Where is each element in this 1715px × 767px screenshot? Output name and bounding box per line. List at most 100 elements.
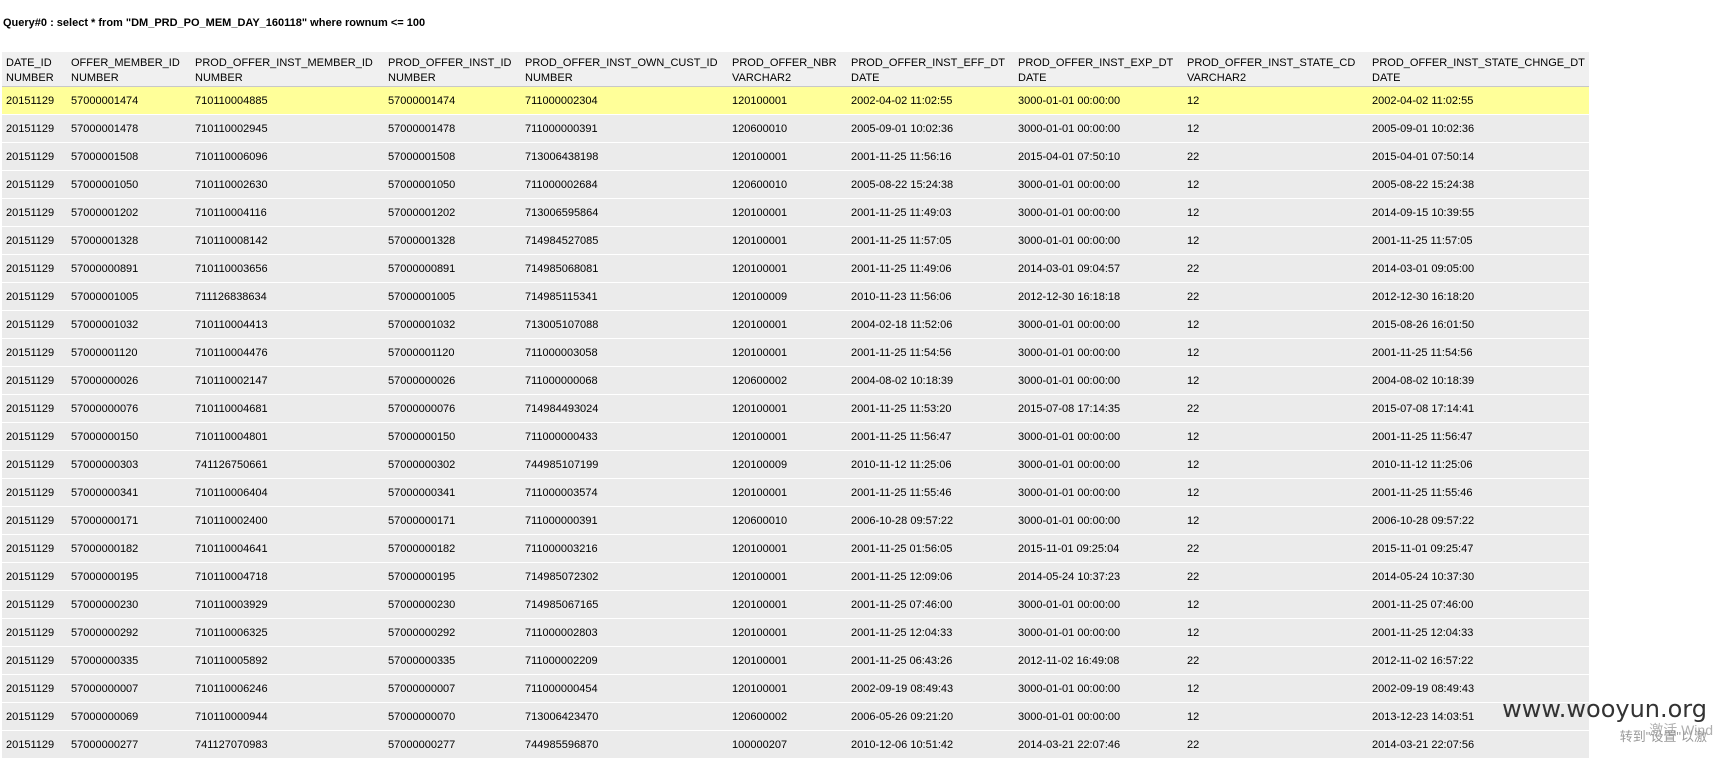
table-cell[interactable]: 710110006404 (191, 479, 384, 507)
table-cell[interactable]: 12 (1183, 115, 1368, 143)
table-row[interactable]: 20151129 57000000335 710110005892 570000003… (2, 647, 1589, 675)
table-cell[interactable]: 2001-11-25 11:54:56 (1368, 339, 1589, 367)
table-cell[interactable]: 3000-01-01 00:00:00 (1014, 507, 1183, 535)
table-row[interactable]: 20151129 57000001032 710110004413 570000010… (2, 311, 1589, 339)
table-cell[interactable]: 12 (1183, 703, 1368, 731)
table-cell[interactable]: 12 (1183, 619, 1368, 647)
table-row[interactable]: 20151129 57000001328 710110008142 570000013… (2, 227, 1589, 255)
table-cell[interactable]: 710110006096 (191, 143, 384, 171)
column-header[interactable]: PROD_OFFER_NBR VARCHAR2 (728, 52, 847, 87)
table-cell[interactable]: 57000000277 (67, 731, 191, 759)
table-cell[interactable]: 57000000302 (384, 451, 521, 479)
table-cell[interactable]: 2015-07-08 17:14:35 (1014, 395, 1183, 423)
table-cell[interactable]: 20151129 (2, 87, 67, 115)
table-cell[interactable]: 57000001474 (67, 87, 191, 115)
table-cell[interactable]: 711000003058 (521, 339, 728, 367)
table-cell[interactable]: 2001-11-25 06:43:26 (847, 647, 1014, 675)
table-row[interactable]: 20151129 57000001478 710110002945 570000014… (2, 115, 1589, 143)
table-cell[interactable]: 2001-11-25 11:57:05 (847, 227, 1014, 255)
table-cell[interactable]: 57000001032 (384, 311, 521, 339)
table-cell[interactable]: 2005-09-01 10:02:36 (847, 115, 1014, 143)
table-row[interactable]: 20151129 57000001050 710110002630 570000010… (2, 171, 1589, 199)
table-cell[interactable]: 2004-08-02 10:18:39 (847, 367, 1014, 395)
table-cell[interactable]: 2001-11-25 11:56:47 (847, 423, 1014, 451)
table-cell[interactable]: 12 (1183, 339, 1368, 367)
table-cell[interactable]: 2001-11-25 11:54:56 (847, 339, 1014, 367)
table-cell[interactable]: 711000000433 (521, 423, 728, 451)
table-cell[interactable]: 12 (1183, 311, 1368, 339)
table-cell[interactable]: 57000000150 (384, 423, 521, 451)
table-cell[interactable]: 57000001202 (67, 199, 191, 227)
table-cell[interactable]: 57000000070 (384, 703, 521, 731)
table-cell[interactable]: 12 (1183, 87, 1368, 115)
table-cell[interactable]: 711126838634 (191, 283, 384, 311)
table-cell[interactable]: 120100001 (728, 339, 847, 367)
table-cell[interactable]: 57000001005 (384, 283, 521, 311)
table-cell[interactable]: 2012-11-02 16:49:08 (1014, 647, 1183, 675)
table-cell[interactable]: 120100001 (728, 619, 847, 647)
table-cell[interactable]: 710110004681 (191, 395, 384, 423)
table-cell[interactable]: 57000001202 (384, 199, 521, 227)
table-row[interactable]: 20151129 57000000230 710110003929 570000002… (2, 591, 1589, 619)
table-cell[interactable]: 20151129 (2, 563, 67, 591)
table-cell[interactable]: 2006-10-28 09:57:22 (847, 507, 1014, 535)
table-cell[interactable]: 2010-11-23 11:56:06 (847, 283, 1014, 311)
table-cell[interactable]: 120100001 (728, 87, 847, 115)
table-cell[interactable]: 120100001 (728, 395, 847, 423)
table-cell[interactable]: 57000000007 (384, 675, 521, 703)
table-cell[interactable]: 710110008142 (191, 227, 384, 255)
table-cell[interactable]: 711000002684 (521, 171, 728, 199)
table-cell[interactable]: 714985072302 (521, 563, 728, 591)
table-cell[interactable]: 710110004476 (191, 339, 384, 367)
table-cell[interactable]: 120100009 (728, 451, 847, 479)
table-cell[interactable]: 744985107199 (521, 451, 728, 479)
table-cell[interactable]: 57000001120 (384, 339, 521, 367)
table-cell[interactable]: 22 (1183, 143, 1368, 171)
table-cell[interactable]: 2001-11-25 11:49:06 (847, 255, 1014, 283)
table-cell[interactable]: 22 (1183, 283, 1368, 311)
table-cell[interactable]: 2014-05-24 10:37:30 (1368, 563, 1589, 591)
table-cell[interactable]: 710110003656 (191, 255, 384, 283)
table-cell[interactable]: 57000001478 (67, 115, 191, 143)
table-row[interactable]: 20151129 57000000171 710110002400 570000001… (2, 507, 1589, 535)
table-cell[interactable]: 2010-12-06 10:51:42 (847, 731, 1014, 759)
table-cell[interactable]: 710110004801 (191, 423, 384, 451)
table-cell[interactable]: 57000000195 (384, 563, 521, 591)
table-cell[interactable]: 20151129 (2, 199, 67, 227)
table-cell[interactable]: 120100001 (728, 675, 847, 703)
table-cell[interactable]: 22 (1183, 255, 1368, 283)
table-cell[interactable]: 57000000891 (67, 255, 191, 283)
table-cell[interactable]: 2015-07-08 17:14:41 (1368, 395, 1589, 423)
table-cell[interactable]: 120100001 (728, 311, 847, 339)
table-cell[interactable]: 2001-11-25 12:04:33 (1368, 619, 1589, 647)
table-row[interactable]: 20151129 57000000182 710110004641 570000001… (2, 535, 1589, 563)
table-cell[interactable]: 57000001050 (67, 171, 191, 199)
table-cell[interactable]: 2014-03-21 22:07:46 (1014, 731, 1183, 759)
table-cell[interactable]: 3000-01-01 00:00:00 (1014, 367, 1183, 395)
table-cell[interactable]: 57000001120 (67, 339, 191, 367)
table-cell[interactable]: 57000001508 (384, 143, 521, 171)
table-cell[interactable]: 12 (1183, 479, 1368, 507)
table-cell[interactable]: 20151129 (2, 283, 67, 311)
table-cell[interactable]: 57000000335 (67, 647, 191, 675)
column-header[interactable]: DATE_ID NUMBER (2, 52, 67, 87)
table-cell[interactable]: 710110002147 (191, 367, 384, 395)
table-cell[interactable]: 120100001 (728, 479, 847, 507)
table-cell[interactable]: 57000001050 (384, 171, 521, 199)
table-cell[interactable]: 2012-11-02 16:57:22 (1368, 647, 1589, 675)
table-cell[interactable]: 2015-11-01 09:25:47 (1368, 535, 1589, 563)
table-cell[interactable]: 57000000230 (384, 591, 521, 619)
table-cell[interactable]: 2005-09-01 10:02:36 (1368, 115, 1589, 143)
table-cell[interactable]: 2014-09-15 10:39:55 (1368, 199, 1589, 227)
table-cell[interactable]: 710110004641 (191, 535, 384, 563)
table-cell[interactable]: 3000-01-01 00:00:00 (1014, 115, 1183, 143)
table-cell[interactable]: 710110002945 (191, 115, 384, 143)
table-cell[interactable]: 2004-08-02 10:18:39 (1368, 367, 1589, 395)
table-cell[interactable]: 12 (1183, 591, 1368, 619)
table-cell[interactable]: 57000001328 (67, 227, 191, 255)
table-cell[interactable]: 57000001508 (67, 143, 191, 171)
table-cell[interactable]: 57000000076 (67, 395, 191, 423)
table-cell[interactable]: 20151129 (2, 703, 67, 731)
table-cell[interactable]: 57000000292 (384, 619, 521, 647)
column-header[interactable]: PROD_OFFER_INST_ID NUMBER (384, 52, 521, 87)
